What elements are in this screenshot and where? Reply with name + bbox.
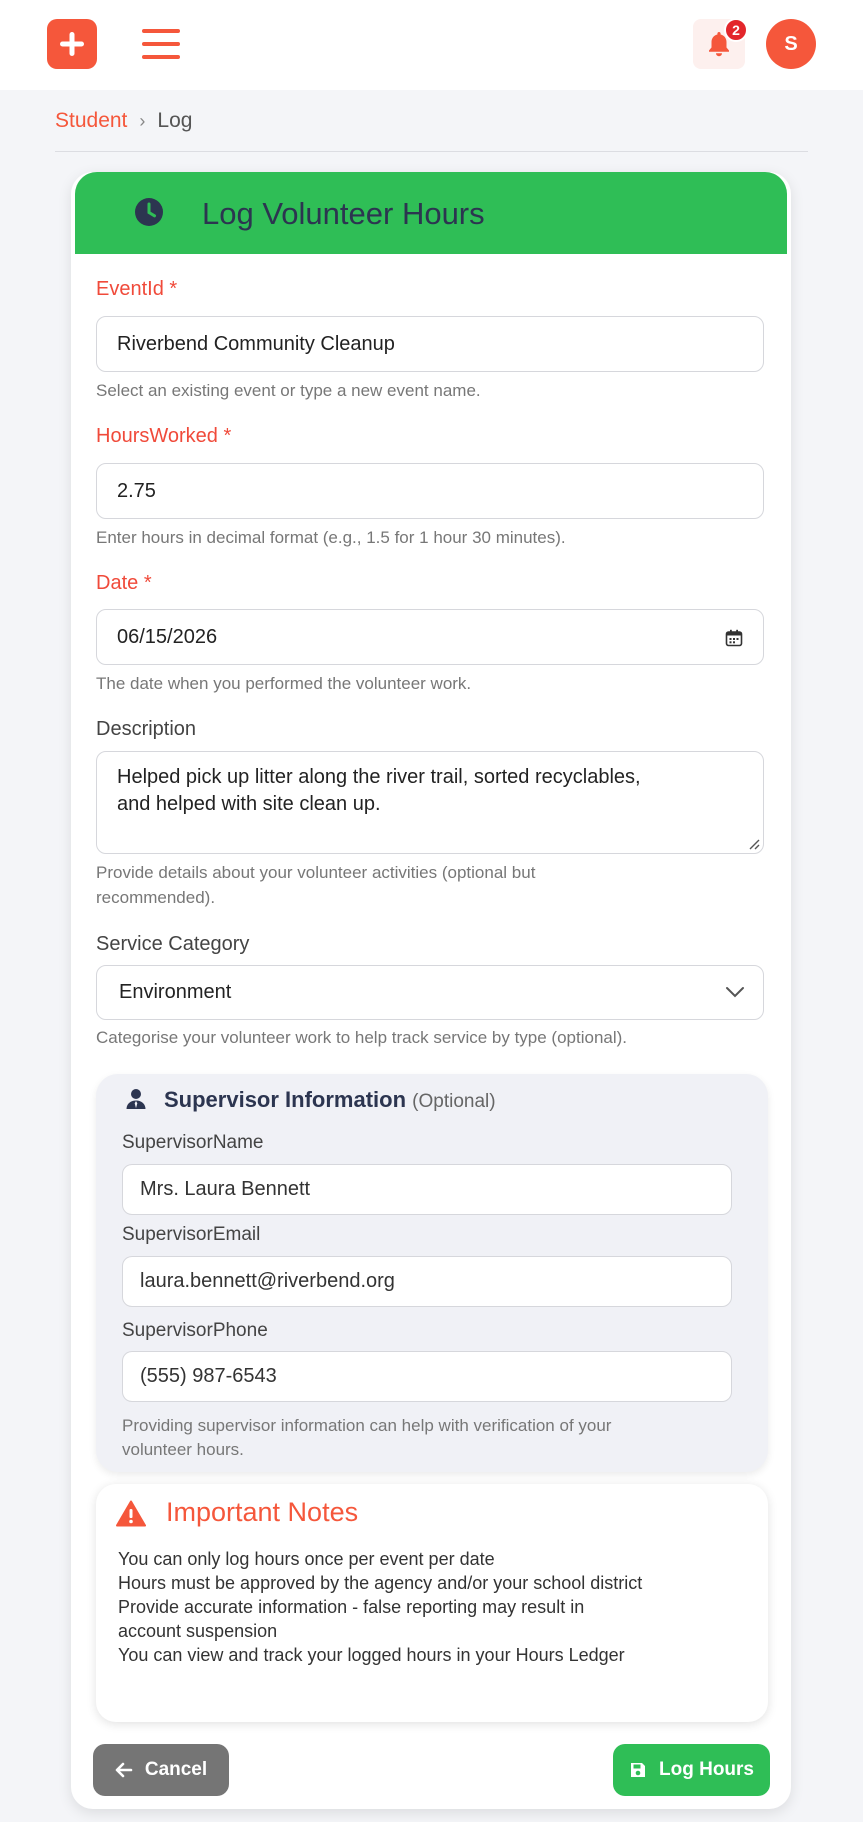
required-mark: *: [223, 425, 232, 447]
supervisor-phone-input[interactable]: (555) 987-6543: [122, 1351, 732, 1402]
date-input[interactable]: 06/15/2026: [96, 609, 764, 665]
date-label-text: Date: [96, 572, 139, 594]
supervisor-title-text: Supervisor Information: [164, 1087, 407, 1112]
event-label-text: EventId: [96, 278, 164, 300]
note-item: You can only log hours once per event pe…: [118, 1549, 495, 1569]
note-item: Hours must be approved by the agency and…: [118, 1573, 643, 1593]
cancel-label: Cancel: [144, 1759, 208, 1780]
card-header: Log Volunteer Hours: [75, 172, 787, 254]
hours-label-text: HoursWorked: [96, 425, 218, 447]
required-mark: *: [143, 572, 152, 594]
category-label-text: Service Category: [96, 933, 250, 955]
service-category-select[interactable]: Environment: [96, 965, 764, 1020]
user-tie-icon: [126, 1089, 146, 1109]
category-selected-value: Environment: [119, 981, 232, 1003]
log-hours-card: Log Volunteer Hours EventId * Riverbend …: [71, 172, 791, 1809]
required-mark: *: [169, 278, 178, 300]
date-help: The date when you performed the voluntee…: [96, 674, 472, 693]
save-icon: [631, 1763, 645, 1777]
notification-badge: 2: [724, 18, 748, 42]
calendar-icon[interactable]: [725, 629, 743, 647]
supervisor-email-input[interactable]: laura.bennett@riverbend.org: [122, 1256, 732, 1307]
hamburger-menu-icon[interactable]: [142, 24, 182, 64]
supervisor-phone-label: SupervisorPhone: [122, 1320, 268, 1341]
plus-icon: [60, 32, 84, 56]
hours-input[interactable]: 2.75: [96, 463, 764, 519]
category-help: Categorise your volunteer work to help t…: [96, 1028, 628, 1047]
user-avatar[interactable]: S: [766, 19, 816, 69]
hours-help: Enter hours in decimal format (e.g., 1.5…: [96, 528, 566, 547]
warning-icon: [116, 1500, 146, 1527]
supervisor-optional: (Optional): [412, 1091, 496, 1112]
breadcrumb: Student › Log: [55, 109, 192, 133]
resize-grip-icon[interactable]: [746, 836, 760, 850]
page-title: Log Volunteer Hours: [202, 196, 485, 231]
hours-label: HoursWorked *: [96, 425, 231, 448]
event-label: EventId *: [96, 278, 177, 301]
breadcrumb-separator: ›: [139, 110, 146, 131]
notes-list: You can only log hours once per event pe…: [118, 1547, 648, 1667]
category-label: Service Category: [96, 933, 249, 956]
supervisor-help: Providing supervisor information can hel…: [122, 1416, 612, 1459]
event-input[interactable]: Riverbend Community Cleanup: [96, 316, 764, 372]
event-input-value: Riverbend Community Cleanup: [117, 332, 395, 355]
description-help: Provide details about your volunteer act…: [96, 863, 536, 907]
clock-icon: [135, 198, 163, 226]
divider: [55, 151, 808, 152]
event-help: Select an existing event or type a new e…: [96, 381, 481, 400]
description-label: Description: [96, 718, 196, 741]
supervisor-phone-value: (555) 987-6543: [140, 1365, 277, 1387]
supervisor-email-label: SupervisorEmail: [122, 1224, 261, 1245]
supervisor-name-label: SupervisorName: [122, 1132, 264, 1153]
log-hours-label: Log Hours: [659, 1759, 754, 1780]
date-label: Date *: [96, 572, 152, 595]
notes-title: Important Notes: [166, 1497, 359, 1527]
hours-input-value: 2.75: [117, 479, 156, 502]
chevron-down-icon: [726, 987, 744, 998]
date-input-value: 06/15/2026: [117, 625, 218, 648]
description-label-text: Description: [96, 718, 197, 740]
supervisor-section: Supervisor Information (Optional) Superv…: [96, 1074, 768, 1472]
breadcrumb-student-link[interactable]: Student: [55, 109, 127, 133]
important-notes: Important Notes You can only log hours o…: [96, 1484, 768, 1722]
arrow-left-icon: [115, 1762, 133, 1778]
description-value: Helped pick up litter along the river tr…: [117, 766, 641, 815]
supervisor-title: Supervisor Information (Optional): [164, 1087, 496, 1113]
cancel-button[interactable]: Cancel: [93, 1744, 229, 1796]
description-textarea[interactable]: Helped pick up litter along the river tr…: [96, 751, 764, 854]
supervisor-name-input[interactable]: Mrs. Laura Bennett: [122, 1164, 732, 1215]
note-item: Provide accurate information - false rep…: [118, 1597, 585, 1641]
log-hours-button[interactable]: Log Hours: [613, 1744, 770, 1796]
supervisor-name-value: Mrs. Laura Bennett: [140, 1178, 311, 1200]
top-navbar: 2 S: [0, 0, 863, 90]
add-button[interactable]: [47, 19, 97, 69]
breadcrumb-current: Log: [157, 109, 193, 132]
supervisor-email-value: laura.bennett@riverbend.org: [140, 1270, 395, 1292]
note-item: You can view and track your logged hours…: [118, 1645, 625, 1665]
